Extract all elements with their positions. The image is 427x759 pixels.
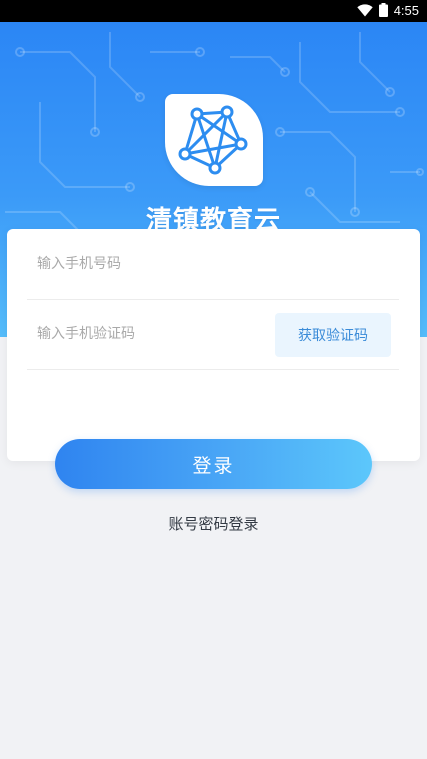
login-button[interactable]: 登录 — [55, 439, 372, 489]
status-time: 4:55 — [393, 3, 419, 18]
get-code-button[interactable]: 获取验证码 — [275, 313, 391, 357]
verification-code-input[interactable] — [27, 299, 267, 369]
verification-code-row: 获取验证码 — [27, 299, 399, 370]
status-bar: 4:55 — [0, 0, 427, 22]
account-password-login-link[interactable]: 账号密码登录 — [0, 513, 427, 534]
battery-icon — [378, 2, 388, 21]
status-icons: 4:55 — [356, 2, 419, 21]
login-form-card: 获取验证码 — [7, 229, 420, 461]
wifi-icon — [356, 2, 373, 21]
network-nodes-icon — [178, 105, 248, 175]
phone-number-input[interactable] — [27, 229, 267, 299]
phone-field-row — [27, 229, 399, 300]
app-logo — [165, 94, 263, 186]
